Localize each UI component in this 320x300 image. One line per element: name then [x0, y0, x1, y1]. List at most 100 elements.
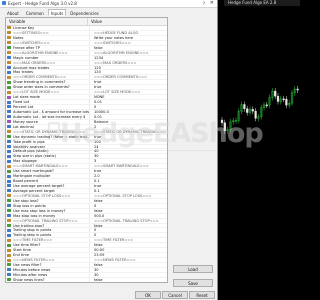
- row-value[interactable]: 10000.0: [89, 109, 167, 114]
- row-value[interactable]: ===SMART MARTINGALE===: [89, 164, 167, 169]
- row-variable: Use trailing stop?: [13, 223, 45, 228]
- row-value[interactable]: ===NEWS FILTER===: [89, 258, 167, 262]
- tab-strip: About Common Inputs Dependencies: [4, 9, 102, 16]
- row-value[interactable]: false: [89, 45, 167, 50]
- row-value[interactable]: true: [89, 184, 167, 188]
- title-bar: Expert - Hedge Fund Algo 3.0 v2.8 ? ✕: [0, 0, 217, 8]
- row-variable: Average percent target: [13, 188, 55, 193]
- row-value[interactable]: false: [89, 208, 167, 213]
- row-value[interactable]: ===MAX ORDERS===: [89, 60, 167, 65]
- row-value[interactable]: ===OPTIONAL TRAILING STOP===: [89, 218, 167, 223]
- row-variable: ===SETTINGS===: [13, 30, 49, 35]
- row-value[interactable]: ===ORDER COMMENTS===: [89, 75, 167, 80]
- row-value[interactable]: ===HEDGE FUND ALGO: [89, 30, 167, 35]
- candle-body: [265, 104, 268, 107]
- row-variable: ===NEWS FILTER===: [13, 258, 55, 262]
- row-value[interactable]: false: [89, 263, 167, 267]
- row-variable: Trailing step in points: [13, 233, 52, 238]
- column-header-value[interactable]: Value: [88, 18, 167, 25]
- row-value[interactable]: 0: [89, 203, 167, 208]
- tab-dependencies[interactable]: Dependencies: [67, 9, 101, 16]
- dialog-button-bar: OK Cancel Reset: [0, 290, 217, 300]
- ok-button[interactable]: OK: [135, 291, 161, 299]
- row-variable: Lot sizes mode: [13, 95, 40, 100]
- row-value[interactable]: false: [89, 198, 167, 203]
- row-variable: Show news lines?: [13, 277, 45, 282]
- row-variable: Show trending in comments?: [13, 80, 66, 85]
- row-value[interactable]: 0: [89, 105, 167, 109]
- row-value[interactable]: true: [89, 85, 167, 90]
- row-variable: Use average percent target?: [13, 184, 65, 188]
- row-variable: Martingale multiplier: [13, 174, 51, 179]
- row-value[interactable]: 00:00: [89, 248, 167, 253]
- row-variable: ===SMART MARTINGALE===: [13, 164, 68, 169]
- row-variable: License Key: [13, 26, 35, 30]
- help-button[interactable]: ?: [203, 0, 205, 7]
- row-value[interactable]: Write your notes here: [89, 35, 167, 40]
- cancel-button[interactable]: Cancel: [162, 291, 188, 299]
- row-variable: Max slippage: [13, 159, 37, 164]
- row-value[interactable]: [89, 26, 167, 30]
- row-value[interactable]: ===SWITCHES===: [89, 40, 167, 45]
- row-value[interactable]: 120: [89, 65, 167, 70]
- row-value[interactable]: false: [89, 223, 167, 228]
- row-variable: Trailing stop in points: [13, 228, 52, 233]
- row-value[interactable]: false: [89, 277, 167, 282]
- row-value[interactable]: 0: [89, 228, 167, 233]
- save-button[interactable]: Save: [173, 279, 213, 287]
- column-header-variable[interactable]: Variable: [6, 18, 88, 25]
- row-variable: Fixed Lot: [13, 100, 30, 104]
- row-variable: Use max stop loss in money?: [13, 208, 66, 213]
- row-value[interactable]: 0.1: [89, 179, 167, 183]
- row-value[interactable]: true: [89, 169, 167, 174]
- row-value[interactable]: ===ALGORITHM ENGINE===: [89, 50, 167, 55]
- row-variable: ===ORDER COMMENTS===: [13, 75, 67, 80]
- load-button[interactable]: Load: [173, 265, 213, 273]
- row-value[interactable]: 3: [89, 159, 167, 164]
- row-value[interactable]: 0: [89, 233, 167, 238]
- row-value[interactable]: 30: [89, 154, 167, 159]
- grid-rows: License Key ===SETTINGS=== ===HEDGE FUND A…: [6, 26, 167, 282]
- grid-header: Variable Value: [6, 18, 167, 26]
- row-value[interactable]: 30: [89, 267, 167, 272]
- tab-inputs[interactable]: Inputs: [47, 9, 67, 16]
- row-value[interactable]: 0.01: [89, 100, 167, 104]
- row-variable: Max stop loss in money: [13, 213, 56, 218]
- row-variable: ===SWITCHES===: [13, 40, 50, 45]
- row-value[interactable]: 1234: [89, 55, 167, 60]
- row-variable: Use time filter?: [13, 243, 41, 248]
- table-row[interactable]: Show news lines? false: [6, 277, 167, 282]
- row-variable: Percent Lot: [13, 105, 34, 109]
- row-variable: ===TIME FILTER===: [13, 238, 53, 243]
- row-variable: Stop loss in points: [13, 203, 46, 208]
- candle-body: [251, 109, 254, 112]
- row-value[interactable]: NONE: [89, 95, 167, 100]
- watermark-logo-icon: [48, 122, 60, 136]
- row-value[interactable]: 23:59: [89, 253, 167, 258]
- row-variable: Use news filter?: [13, 263, 42, 267]
- tab-about[interactable]: About: [4, 9, 22, 16]
- row-value[interactable]: true: [89, 80, 167, 85]
- chart-title-bar: Hedge Fund Algo EA 2.8: [224, 0, 300, 6]
- close-icon[interactable]: ✕: [210, 0, 214, 7]
- row-value[interactable]: 30: [89, 272, 167, 277]
- row-variable: Show order sizes in comments?: [13, 85, 70, 90]
- watermark-underline: [48, 150, 218, 151]
- row-value[interactable]: ===TIME FILTER===: [89, 238, 167, 243]
- row-value[interactable]: 500.0: [89, 213, 167, 218]
- row-variable: Magic number: [13, 55, 39, 60]
- row-value[interactable]: 0.1: [89, 188, 167, 193]
- row-variable: Step size in pips (static): [13, 154, 57, 159]
- row-variable: Automatic Lot - $ amount for increase lo…: [13, 109, 89, 114]
- reset-button[interactable]: Reset: [189, 291, 215, 299]
- row-value[interactable]: ===OPTIONAL STOP LOSS===: [89, 193, 167, 198]
- candle-body: [296, 88, 299, 91]
- row-value[interactable]: 2.0: [89, 174, 167, 179]
- window-title: Expert - Hedge Fund Algo 3.0 v2.8: [8, 1, 77, 6]
- row-value[interactable]: 120: [89, 70, 167, 75]
- row-value[interactable]: ===LOT SIZE MODE===: [89, 90, 167, 95]
- row-variable: Use stop loss?: [13, 198, 39, 203]
- row-value[interactable]: false: [89, 243, 167, 248]
- tab-common[interactable]: Common: [23, 9, 47, 16]
- candle-body: [276, 95, 280, 102]
